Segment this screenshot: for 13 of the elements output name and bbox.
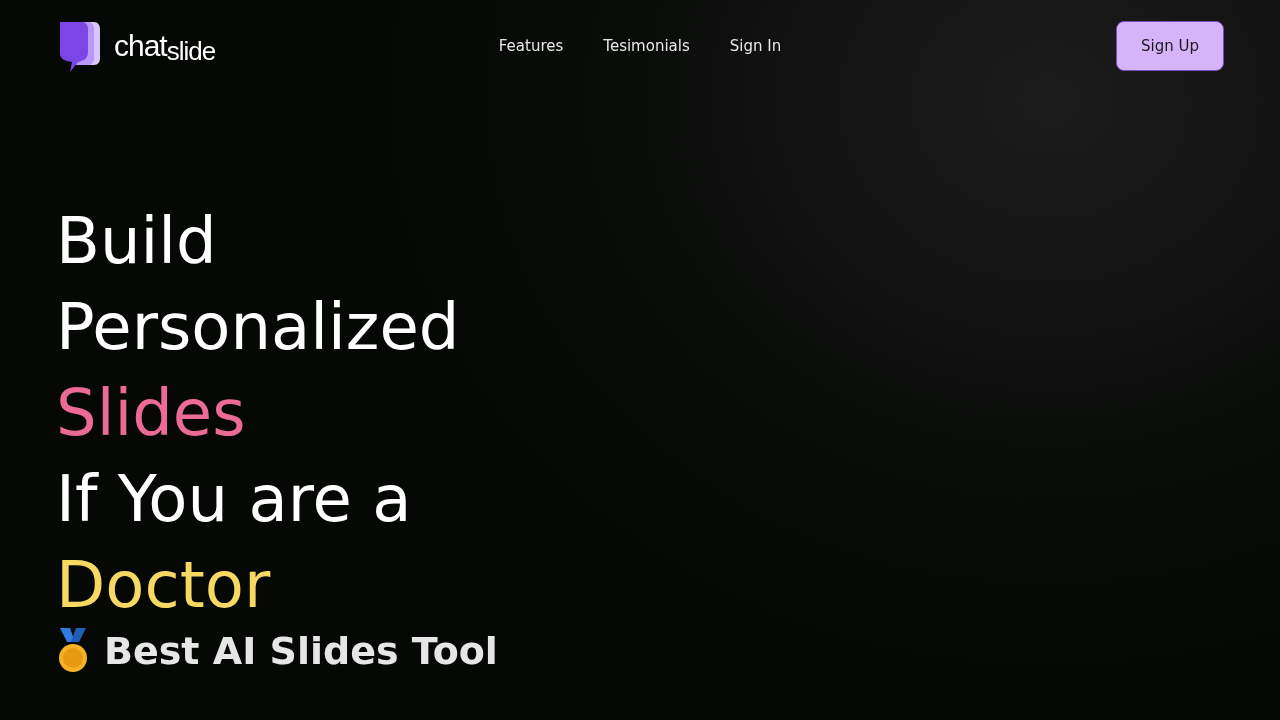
nav-link[interactable]: Features	[498, 37, 564, 55]
medal-icon	[56, 628, 90, 674]
headline-line: Personalized	[56, 289, 461, 366]
nav-link[interactable]: Tesimonials	[603, 37, 690, 55]
headline-line: Slides	[56, 375, 247, 452]
headline-line: Doctor	[56, 547, 272, 624]
tagline: Best AI Slides Tool	[104, 629, 498, 673]
sign-up-button[interactable]: Sign Up	[1116, 21, 1224, 71]
headline-line: Build	[56, 203, 218, 280]
logo-text: chat	[114, 29, 167, 63]
headline-line: If You are a	[56, 461, 413, 538]
logo-text: slide	[166, 35, 216, 67]
nav-link[interactable]: Sign In	[729, 37, 782, 55]
